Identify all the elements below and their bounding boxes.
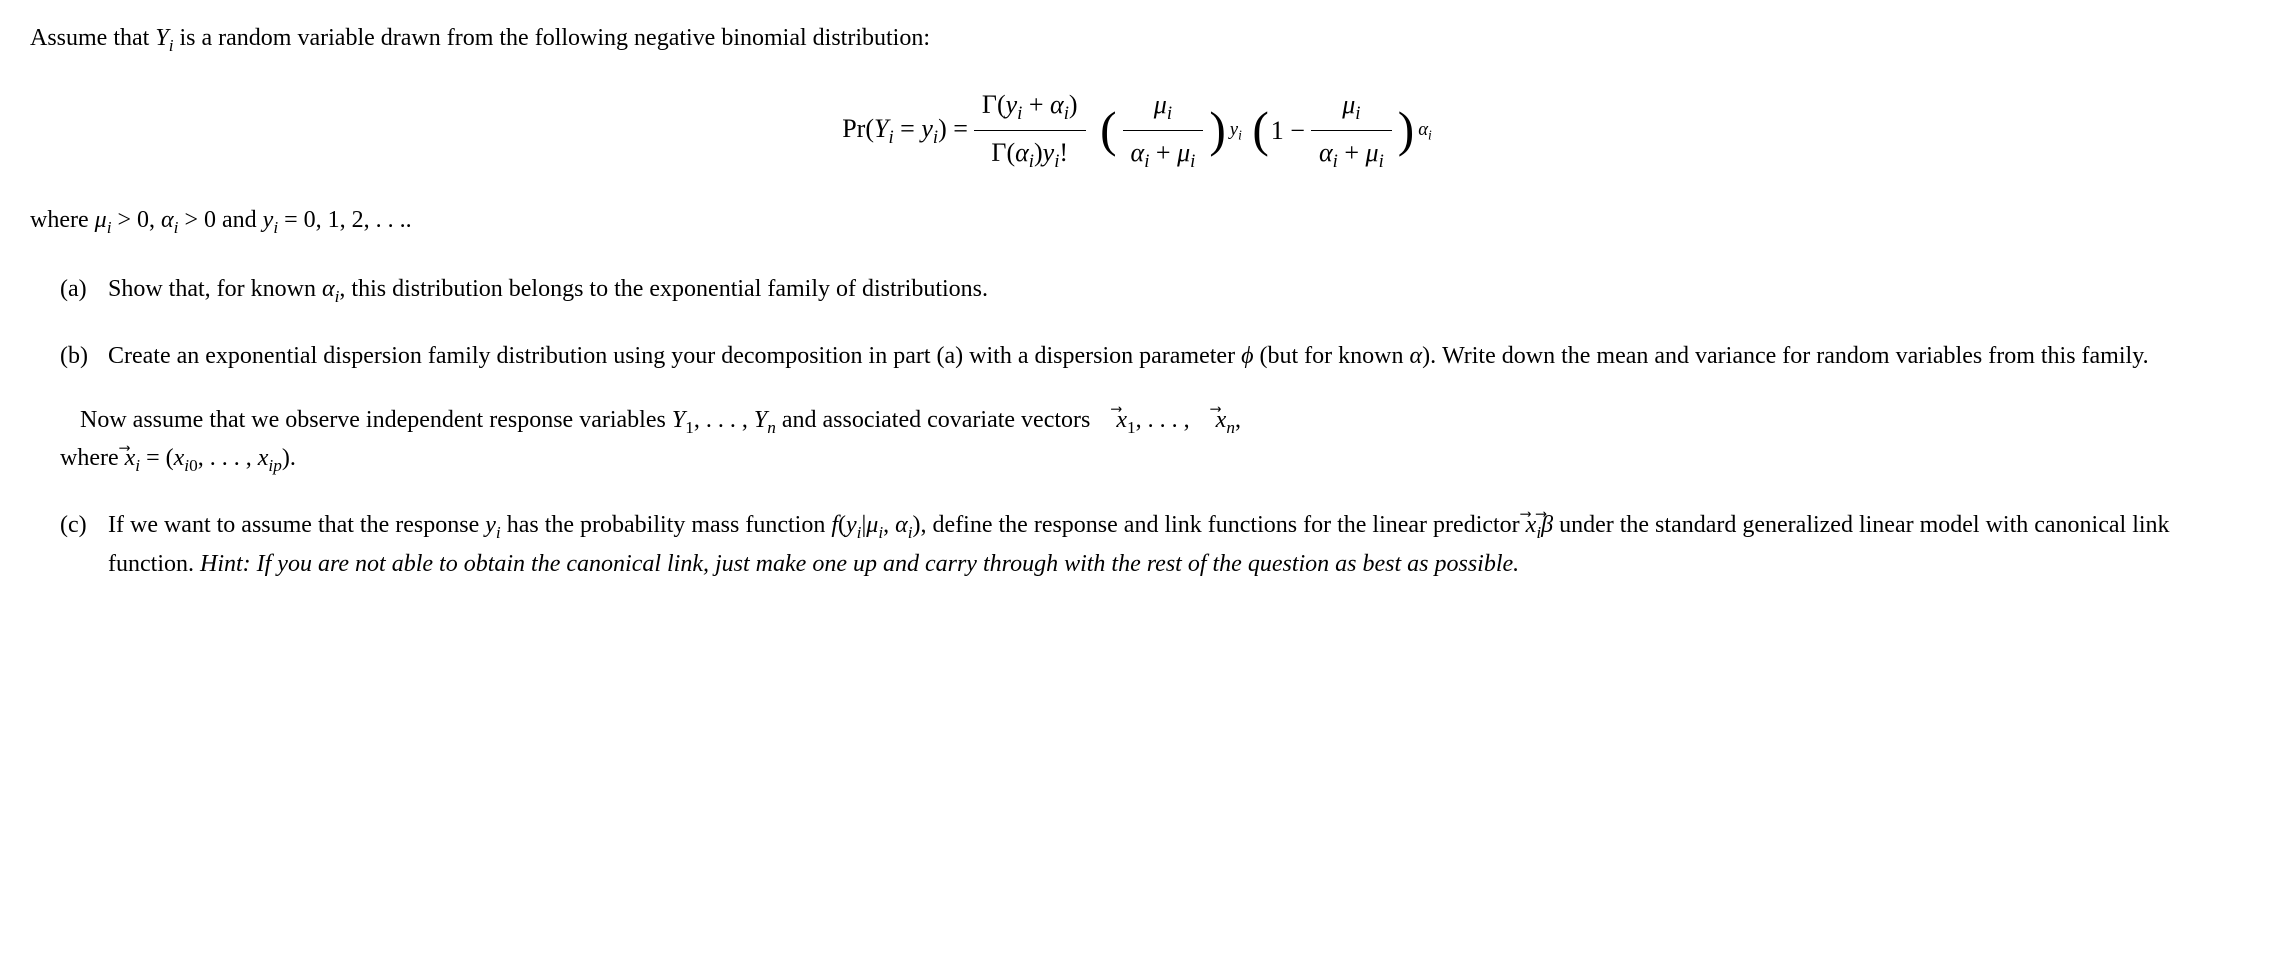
part-b-content: Create an exponential dispersion family … (108, 338, 2244, 374)
part-c-content: If we want to assume that the response y… (108, 507, 2244, 582)
part-b: (b) Create an exponential dispersion fam… (30, 338, 2244, 374)
part-a: (a) Show that, for known αi, this distri… (30, 271, 2244, 310)
part-a-content: Show that, for known αi, this distributi… (108, 271, 2244, 310)
equation-display: Pr(Yi = yi) = Γ(yi + αi) Γ(αi)yi! ( μi α… (30, 83, 2244, 179)
part-a-label: (a) (60, 271, 108, 310)
conditions-text: where μi > 0, αi > 0 and yi = 0, 1, 2, .… (30, 202, 2244, 241)
intermezzo-text: Now assume that we observe independent r… (30, 402, 2244, 479)
part-b-label: (b) (60, 338, 108, 374)
part-c: (c) If we want to assume that the respon… (30, 507, 2244, 582)
intro-text: Assume that Yi is a random variable draw… (30, 20, 2244, 59)
part-c-label: (c) (60, 507, 108, 582)
